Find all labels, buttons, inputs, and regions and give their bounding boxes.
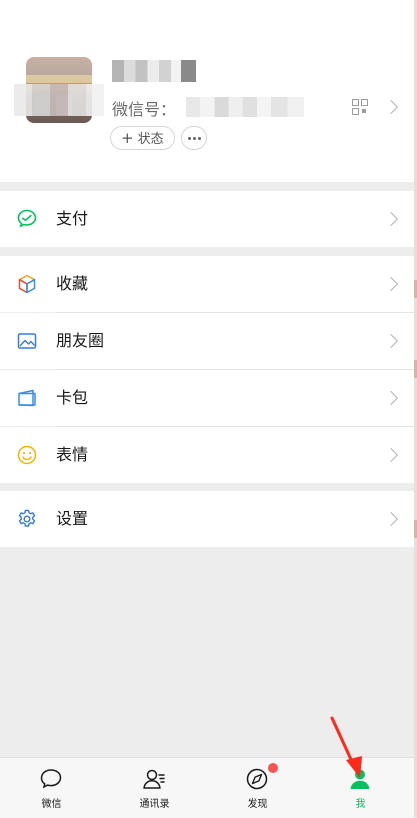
compass-icon (246, 768, 268, 790)
menu-item-pay[interactable]: 支付 (0, 191, 414, 247)
tab-label: 通讯录 (139, 799, 170, 810)
tab-contacts[interactable]: 通讯录 (103, 758, 206, 818)
chevron-right-icon (383, 333, 399, 349)
menu-item-moments[interactable]: 朋友圈 (0, 313, 414, 369)
notification-dot-badge (268, 763, 278, 773)
menu-item-favorites[interactable]: 收藏 (0, 256, 414, 312)
more-status-button[interactable] (181, 126, 207, 150)
qr-corner (352, 99, 359, 106)
favorites-cube-icon (18, 274, 36, 294)
wechat-id-blurred (186, 97, 304, 117)
qr-dot (362, 109, 366, 113)
status-button-label: 状态 (137, 132, 164, 147)
menu-item-label: 朋友圈 (56, 331, 105, 350)
gear-icon (18, 509, 36, 527)
ellipsis-icon (193, 137, 196, 140)
profile-chevron-right-icon[interactable] (383, 99, 399, 115)
status-button[interactable]: + 状态 (110, 126, 175, 150)
annotation-arrow-icon (330, 716, 362, 778)
plus-icon: + (121, 129, 134, 147)
menu-item-label: 收藏 (56, 274, 89, 293)
pay-icon (17, 209, 37, 228)
card-wallet-icon (18, 389, 36, 407)
menu-item-settings[interactable]: 设置 (0, 491, 414, 547)
blurred-region (14, 84, 104, 116)
contacts-icon (143, 769, 165, 789)
ellipsis-icon (198, 137, 201, 140)
profile-header[interactable]: 微信号： + 状态 (0, 0, 414, 182)
tab-chats[interactable]: 微信 (0, 758, 103, 818)
chevron-right-icon (383, 447, 399, 463)
nickname-blurred (112, 60, 196, 82)
ellipsis-icon (188, 137, 191, 140)
chevron-right-icon (383, 511, 399, 527)
menu-item-label: 设置 (56, 509, 89, 528)
qr-corner (352, 108, 359, 115)
chevron-right-icon (383, 390, 399, 406)
wechat-id-label: 微信号： (112, 100, 177, 119)
smiley-face-icon (17, 445, 37, 465)
menu-item-label: 支付 (56, 209, 89, 228)
tab-label: 我 (355, 799, 366, 810)
menu-item-label: 卡包 (56, 388, 89, 407)
avatar-image-band (26, 75, 92, 83)
chevron-right-icon (383, 276, 399, 292)
tab-discover[interactable]: 发现 (206, 758, 309, 818)
tab-label: 发现 (247, 799, 268, 810)
qr-code-icon[interactable] (352, 99, 368, 115)
menu-item-cards[interactable]: 卡包 (0, 370, 414, 426)
chevron-right-icon (383, 211, 399, 227)
tab-label: 微信 (41, 799, 62, 810)
menu-item-stickers[interactable]: 表情 (0, 427, 414, 483)
chat-bubble-icon (40, 769, 62, 789)
menu-item-label: 表情 (56, 445, 89, 464)
qr-corner (361, 99, 368, 106)
moments-photo-icon (17, 333, 37, 349)
